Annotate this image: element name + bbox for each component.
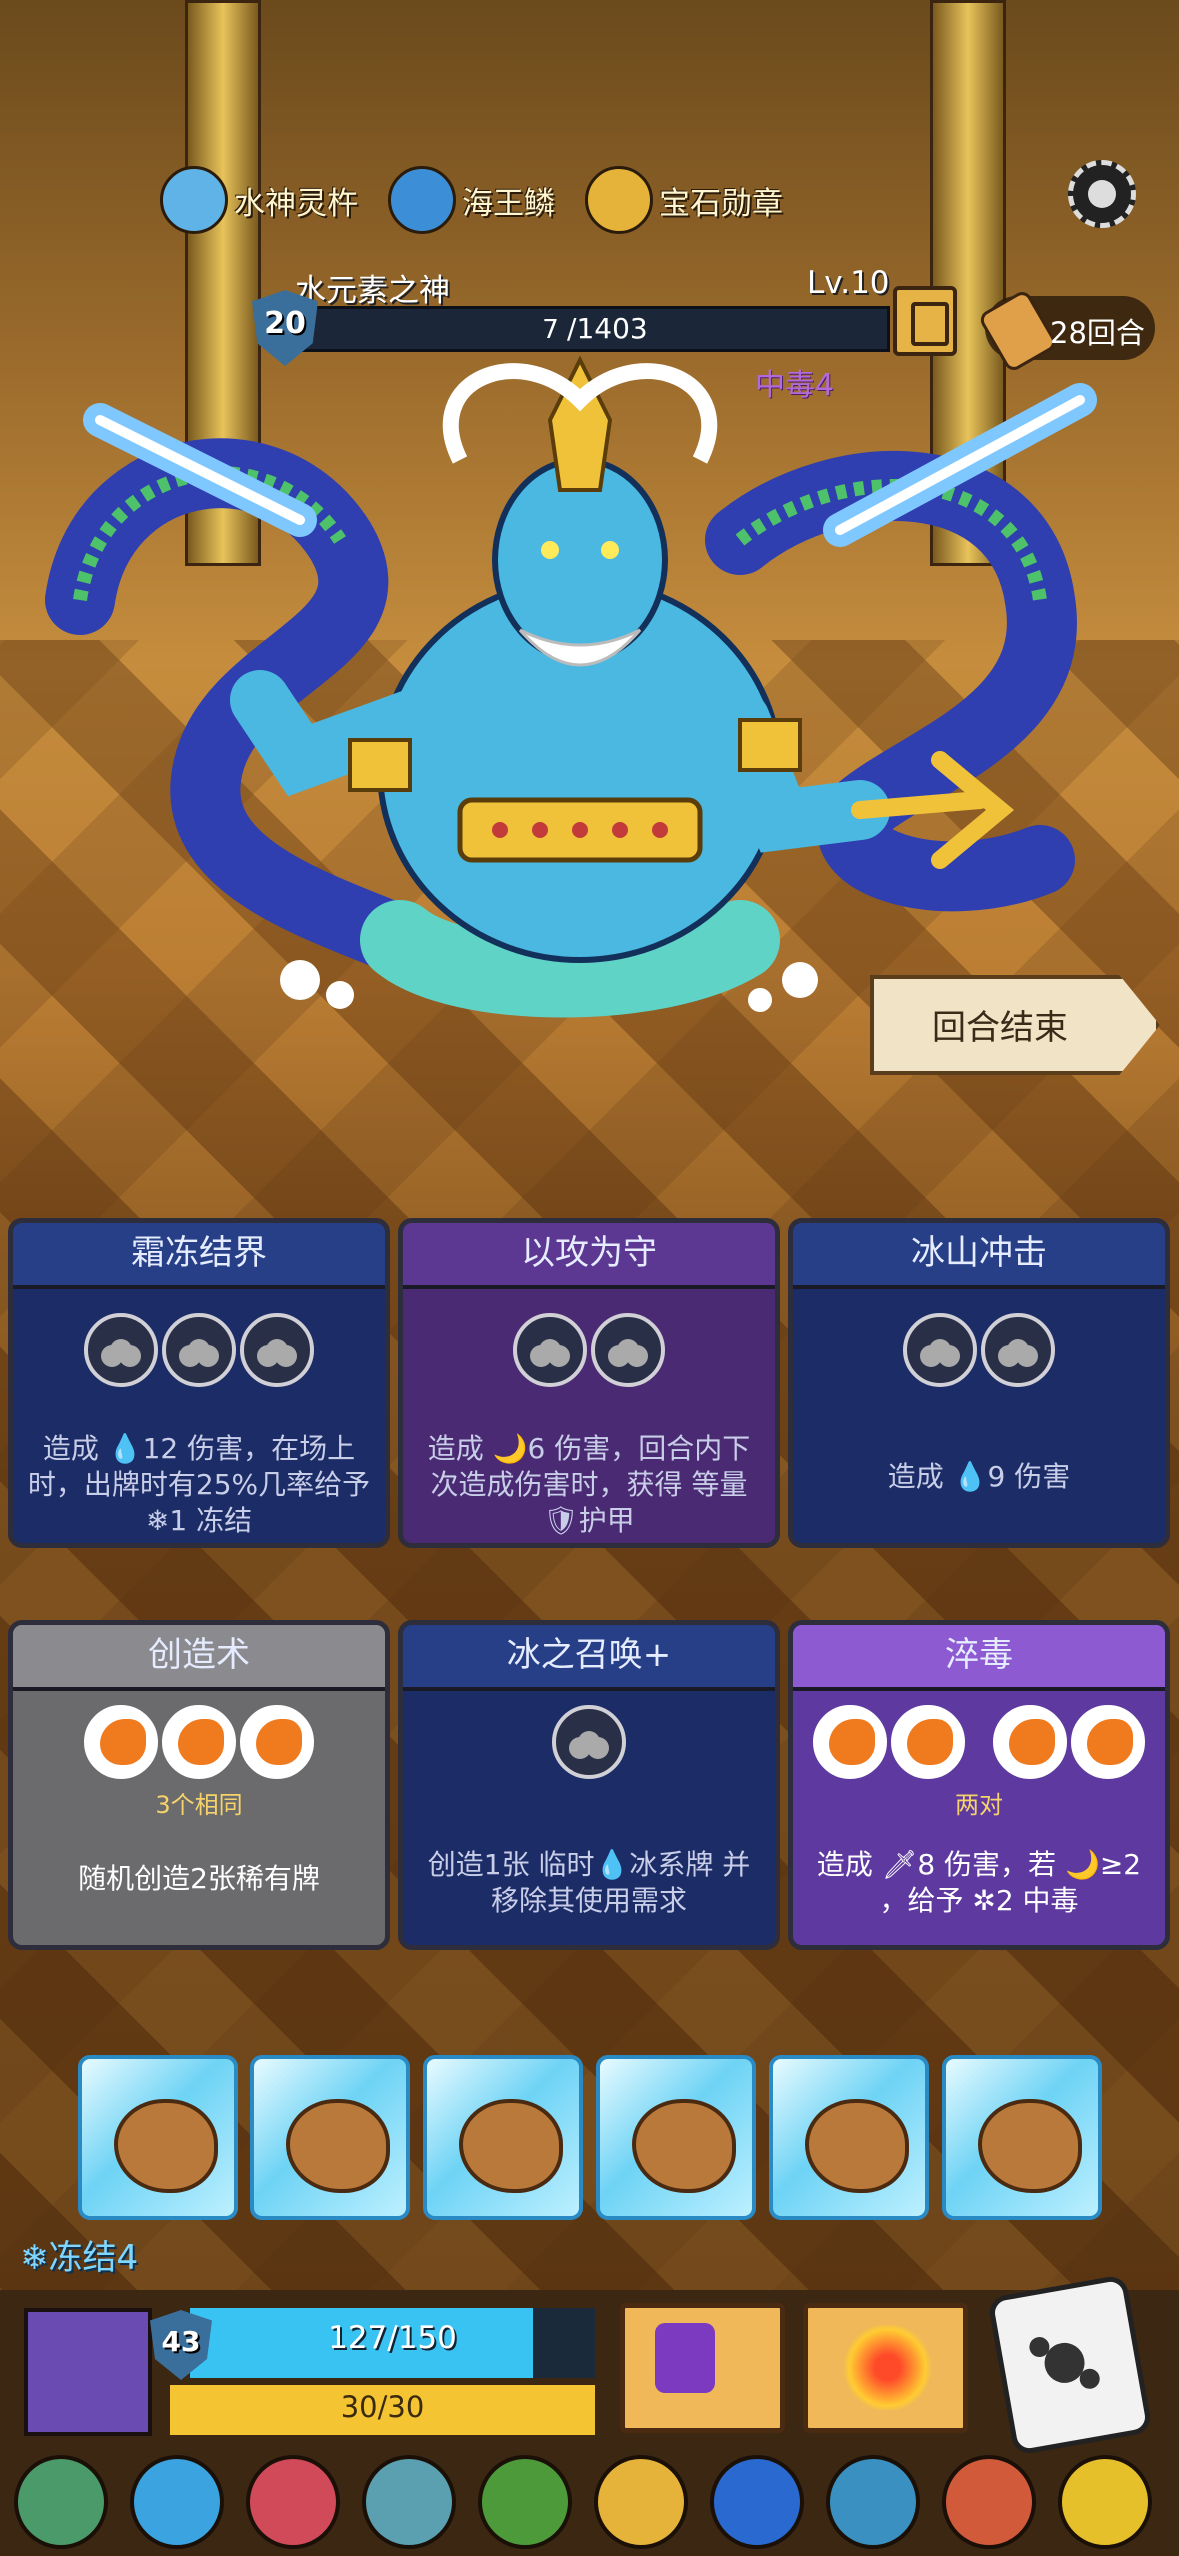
card-iceberg-strike[interactable]: 冰山冲击 造成 💧9 伤害 <box>788 1218 1170 1548</box>
card-title: 冰山冲击 <box>793 1223 1165 1289</box>
meat-relic-icon[interactable] <box>942 2455 1036 2549</box>
dice-slot[interactable] <box>84 1705 158 1779</box>
dice-slot[interactable] <box>513 1313 587 1387</box>
settings-gear-hub <box>1088 180 1116 208</box>
dice-slot[interactable] <box>981 1313 1055 1387</box>
frozen-die[interactable] <box>942 2055 1102 2220</box>
dice-slots <box>403 1705 775 1783</box>
player-hp-text: 127/150 <box>328 2320 457 2356</box>
frozen-die[interactable] <box>596 2055 756 2220</box>
card-description: 随机创造2张稀有牌 <box>78 1862 320 1895</box>
dice-slots <box>13 1705 385 1783</box>
dice-slot[interactable] <box>903 1313 977 1387</box>
shield-relic-icon[interactable] <box>826 2455 920 2549</box>
trident-relic-icon <box>160 166 228 234</box>
card-frost-barrier[interactable]: 霜冻结界 造成 💧12 伤害，在场上时，出牌时有25%几率给予 ❄1 冻结 <box>8 1218 390 1548</box>
player-avatar[interactable] <box>24 2308 152 2436</box>
boss-shield-value: 20 <box>264 306 306 341</box>
ring-relic-icon[interactable] <box>246 2455 340 2549</box>
end-turn-label: 回合结束 <box>932 1008 1068 1048</box>
freeze-status-text: 冻结4 <box>48 2238 139 2278</box>
card-attack-as-defense[interactable]: 以攻为守 造成 🌙6 伤害，回合内下次造成伤害时，获得 等量🛡护甲 <box>398 1218 780 1548</box>
card-title: 冰之召唤+ <box>403 1625 775 1691</box>
dice-slot[interactable] <box>162 1705 236 1779</box>
dice-slot[interactable] <box>1071 1705 1146 1779</box>
frozen-die[interactable] <box>250 2055 410 2220</box>
water-god-boss[interactable] <box>40 340 1120 1060</box>
gold-box-relic-icon[interactable] <box>1058 2455 1152 2549</box>
frozen-die[interactable] <box>769 2055 929 2220</box>
player-level: 43 <box>161 2325 201 2358</box>
dice-slot[interactable] <box>162 1313 236 1387</box>
relic-label: 海王鳞 <box>462 185 555 222</box>
dice-slot[interactable] <box>812 1705 887 1779</box>
card-title: 淬毒 <box>793 1625 1165 1691</box>
scale-relic-icon <box>388 166 456 234</box>
dice-slot[interactable] <box>84 1313 158 1387</box>
card-description: 造成 🗡8 伤害，若 🌙≥2 ，给予 ✲2 中毒 <box>816 1848 1142 1917</box>
card-title: 创造术 <box>13 1625 385 1691</box>
player-freeze-status[interactable]: ❄冻结4 <box>20 2230 138 2279</box>
dice-slot[interactable] <box>591 1313 665 1387</box>
relic-bar: 水神灵杵 海王鳞 宝石勋章 <box>160 160 1060 240</box>
card-envenom[interactable]: 淬毒 两对 造成 🗡8 伤害，若 🌙≥2 ，给予 ✲2 中毒 <box>788 1620 1170 1950</box>
card-requirement: 两对 <box>955 1791 1003 1819</box>
water-drop-relic-icon[interactable] <box>130 2455 224 2549</box>
frozen-die[interactable] <box>78 2055 238 2220</box>
relic-sea-scale[interactable]: 海王鳞 <box>388 160 555 240</box>
boss-name: 水元素之神 <box>295 273 450 309</box>
relic-label: 宝石勋章 <box>659 185 783 222</box>
frozen-die[interactable] <box>423 2055 583 2220</box>
card-description: 造成 💧12 伤害，在场上时，出牌时有25%几率给予 ❄1 冻结 <box>27 1432 371 1537</box>
relic-label: 水神灵杵 <box>234 185 358 222</box>
card-ice-summon[interactable]: 冰之召唤+ 创造1张 临时💧冰系牌 并移除其使用需求 <box>398 1620 780 1950</box>
cactus-relic-icon[interactable] <box>478 2455 572 2549</box>
dice-slot[interactable] <box>993 1705 1068 1779</box>
leaf-relic-icon[interactable] <box>14 2455 108 2549</box>
player-energy-text: 30/30 <box>340 2390 425 2424</box>
dice-slot[interactable] <box>890 1705 965 1779</box>
boss-level: Lv.10 <box>807 265 890 301</box>
dice-slots <box>13 1313 385 1391</box>
dice-slot[interactable] <box>552 1705 626 1779</box>
card-requirement: 3个相同 <box>155 1791 243 1819</box>
gem-medal-relic-icon[interactable] <box>594 2455 688 2549</box>
card-description: 造成 🌙6 伤害，回合内下次造成伤害时，获得 等量🛡护甲 <box>427 1432 751 1537</box>
relic-gem-medal[interactable]: 宝石勋章 <box>585 160 783 240</box>
vase-relic-icon[interactable] <box>362 2455 456 2549</box>
gem-medal-relic-icon <box>585 166 653 234</box>
crown-relic-icon[interactable] <box>710 2455 804 2549</box>
card-creation[interactable]: 创造术 3个相同 随机创造2张稀有牌 <box>8 1620 390 1950</box>
roll-dice-button[interactable] <box>987 2274 1153 2456</box>
card-description: 创造1张 临时💧冰系牌 并移除其使用需求 <box>427 1848 751 1917</box>
relic-trident[interactable]: 水神灵杵 <box>160 160 358 240</box>
dice-slots <box>793 1313 1165 1391</box>
lock-icon <box>655 2323 715 2393</box>
card-title: 以攻为守 <box>403 1223 775 1289</box>
card-description: 造成 💧9 伤害 <box>887 1460 1071 1493</box>
dice-slots <box>793 1705 1165 1783</box>
card-title: 霜冻结界 <box>13 1223 385 1289</box>
dice-slot[interactable] <box>240 1313 314 1387</box>
dice-slots <box>403 1313 775 1391</box>
dice-slot[interactable] <box>240 1705 314 1779</box>
burst-icon <box>840 2325 935 2410</box>
